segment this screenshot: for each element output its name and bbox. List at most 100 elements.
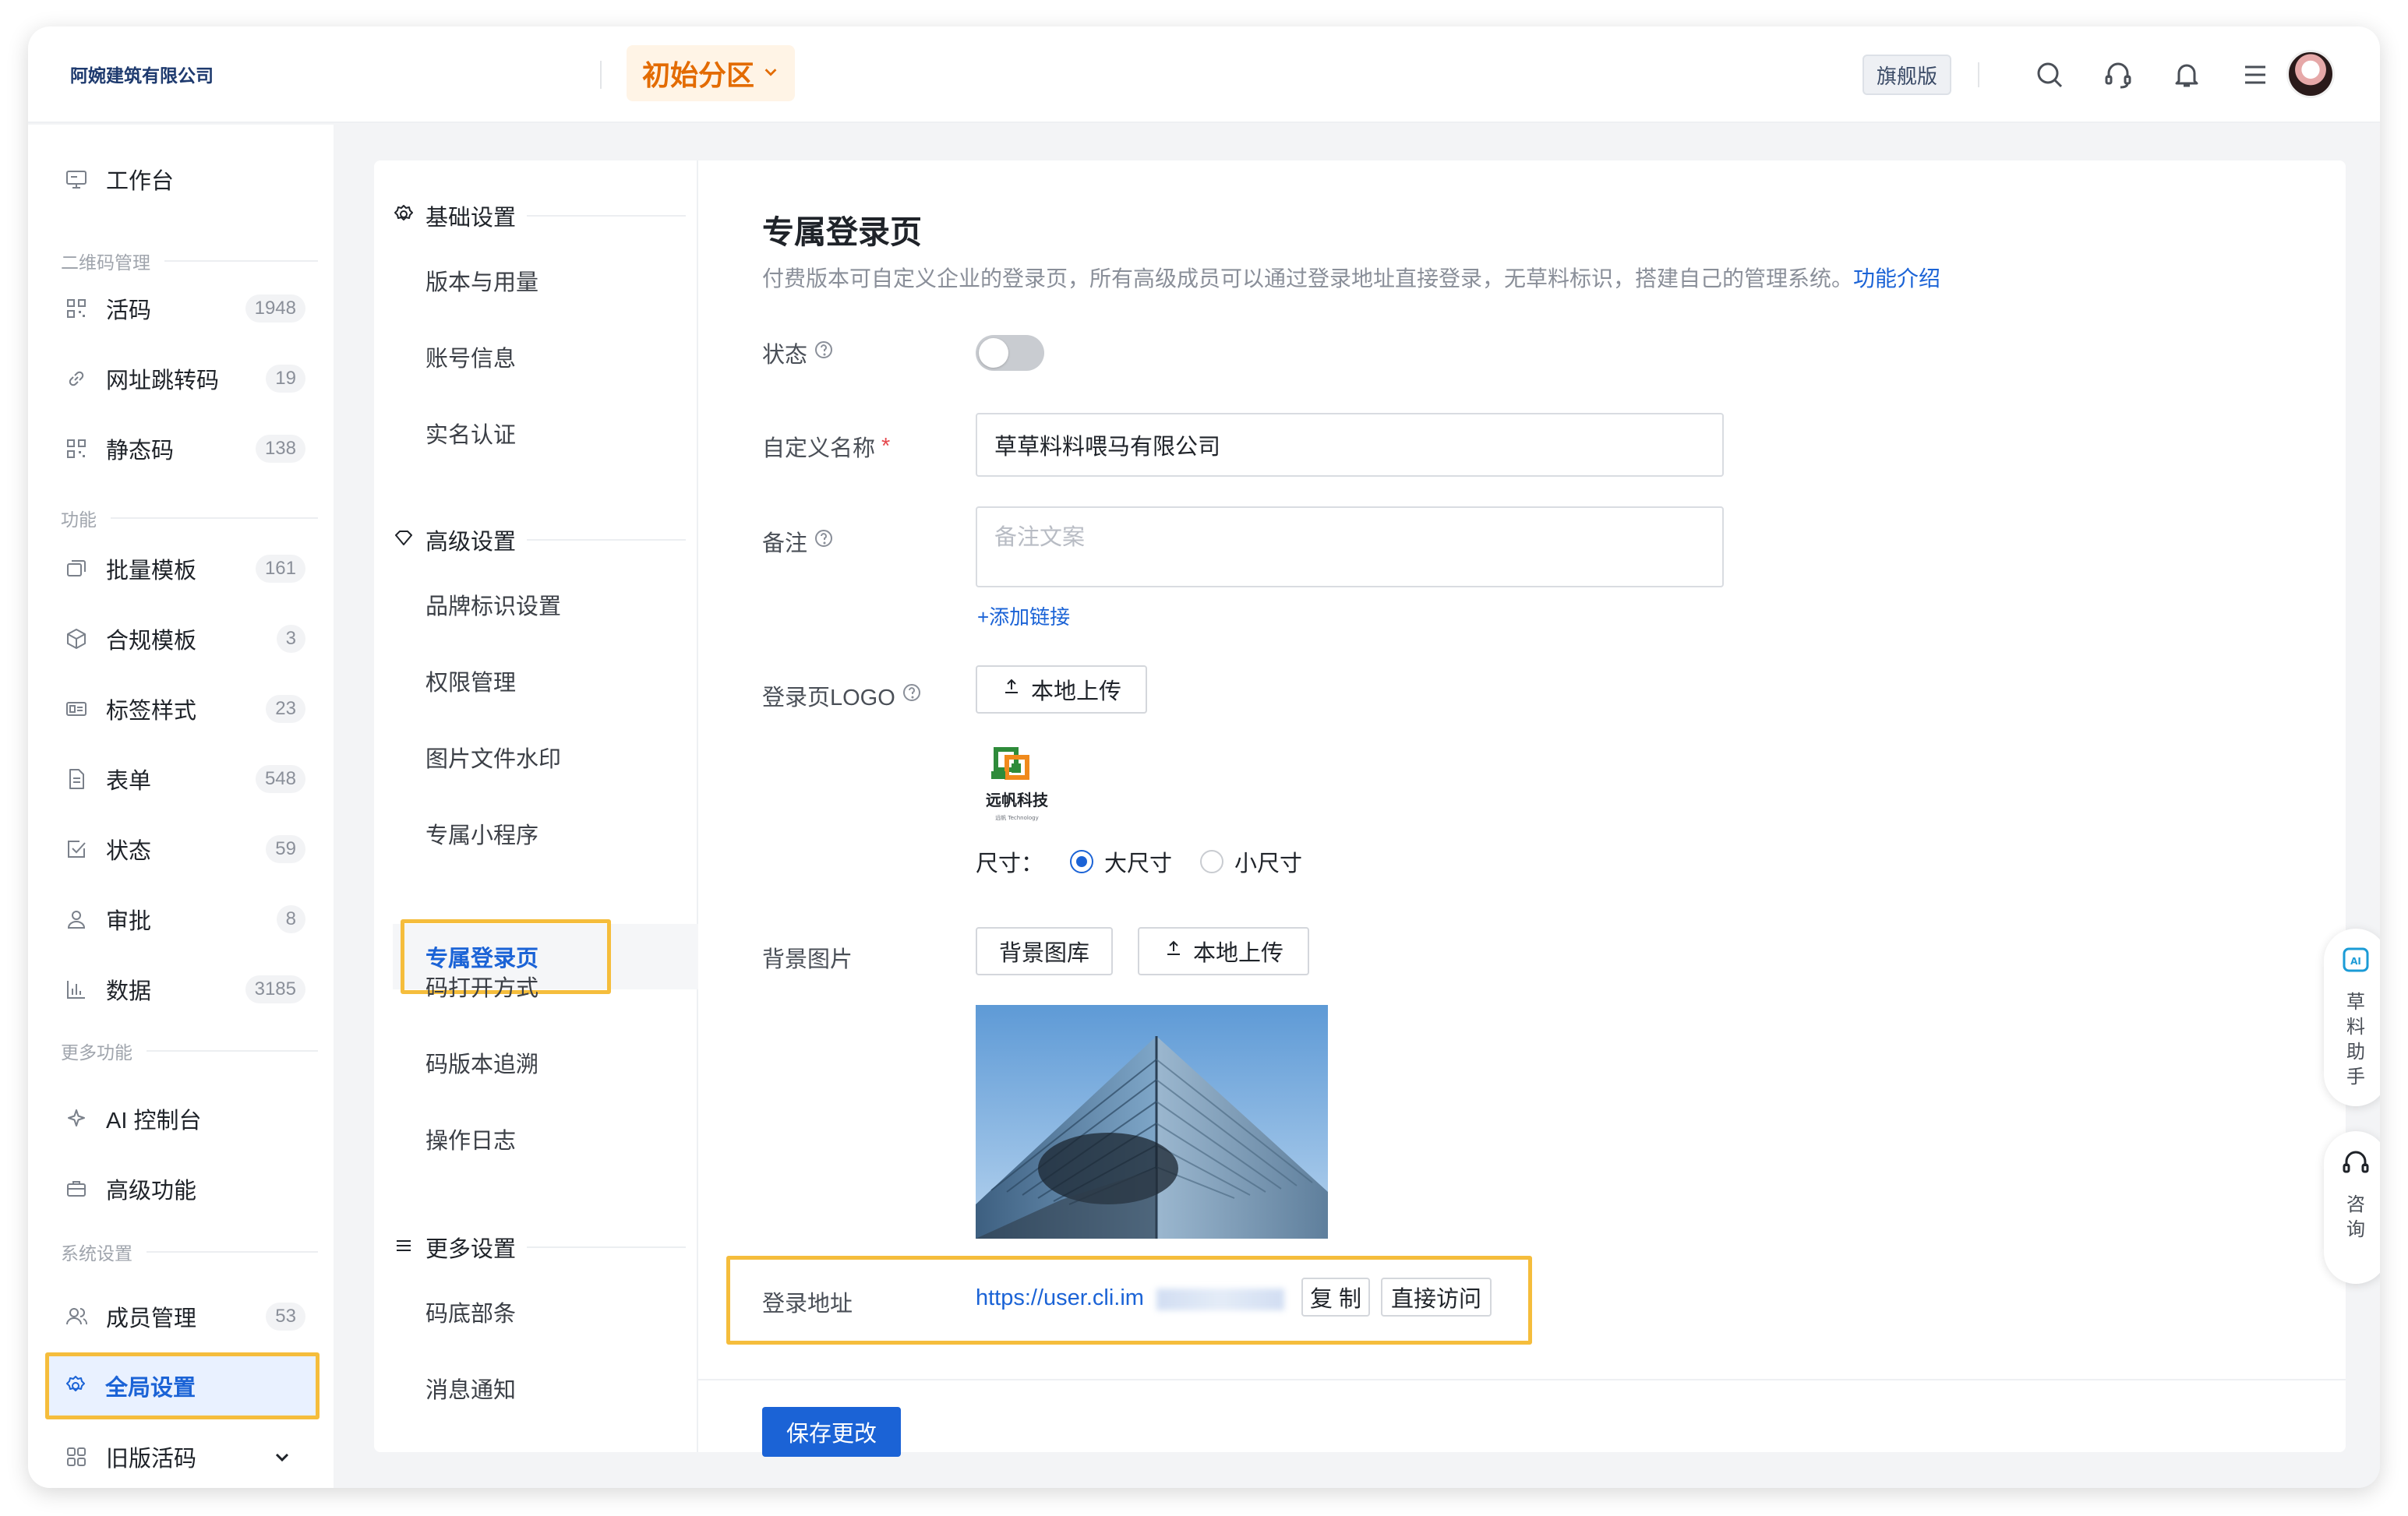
copy-button[interactable]: 复 制 (1301, 1278, 1370, 1317)
copy-icon (61, 557, 92, 580)
chevron-down-icon (273, 1447, 291, 1470)
divider (1978, 62, 1979, 87)
users-icon (61, 1305, 92, 1328)
login-page-settings: 专属登录页 付费版本可自定义企业的登录页，所有高级成员可以通过登录地址直接登录，… (698, 160, 2346, 1457)
logo-upload-button[interactable]: 本地上传 (976, 665, 1147, 714)
save-button[interactable]: 保存更改 (762, 1407, 901, 1457)
sidebar-item-label-style[interactable]: 标签样式 23 (50, 678, 315, 740)
sidebar-item-workspace[interactable]: 工作台 (50, 148, 315, 210)
count-badge: 23 (266, 695, 305, 723)
cube-icon (61, 627, 92, 650)
sidebar-item-live-code[interactable]: 活码 1948 (50, 277, 315, 340)
add-link-button[interactable]: +添加链接 (977, 601, 1070, 630)
feature-intro-link[interactable]: 功能介绍 (1853, 266, 1940, 291)
page-title: 专属登录页 (762, 214, 922, 250)
qrcode-icon (61, 297, 92, 320)
sidebar-item-global-settings[interactable]: 全局设置 (45, 1352, 320, 1419)
sidebar-item-advanced[interactable]: 高级功能 (50, 1158, 315, 1220)
search-icon[interactable] (2029, 55, 2070, 95)
help-icon[interactable] (814, 340, 834, 366)
sidebar-item-status[interactable]: 状态 59 (50, 818, 315, 880)
sidebar-item-url-redirect[interactable]: 网址跳转码 19 (50, 347, 315, 410)
region-label: 初始分区 (642, 59, 755, 91)
subnav-item[interactable]: 码底部条 (393, 1279, 698, 1345)
radio-large[interactable] (1070, 850, 1094, 873)
login-url[interactable]: https://user.cli.im (976, 1285, 1144, 1311)
chevron-down-icon (762, 63, 779, 84)
count-badge: 548 (255, 765, 305, 793)
size-options: 尺寸： 大尺寸 小尺寸 (976, 850, 1303, 876)
subnav-item[interactable]: 码版本追溯 (393, 1030, 698, 1095)
ai-assistant-float[interactable]: AI 草料助手 (2324, 929, 2380, 1106)
note-textarea[interactable]: 备注文案 (976, 506, 1724, 587)
subnav-item[interactable]: 图片文件水印 (393, 725, 698, 790)
count-badge: 19 (266, 365, 305, 393)
version-badge[interactable]: 旗舰版 (1862, 55, 1952, 95)
subnav-item[interactable]: 专属小程序 (393, 801, 698, 866)
visit-button[interactable]: 直接访问 (1381, 1278, 1492, 1317)
app-window: 阿婉建筑有限公司 初始分区 旗舰版 工作台 二维码管理 活码 1948 网址跳转… (28, 26, 2380, 1488)
menu-icon[interactable] (2235, 55, 2276, 95)
section-more: 更多功能 (61, 1039, 318, 1063)
subnav-item[interactable]: 消息通知 (393, 1356, 698, 1421)
svg-text:远帆科技: 远帆科技 (986, 791, 1049, 809)
sidebar-item-members[interactable]: 成员管理 53 (50, 1285, 315, 1348)
settings-card: 基础设置 版本与用量 账号信息 实名认证 高级设置 品牌标识设置 权限管理 图片… (374, 160, 2346, 1457)
divider (600, 61, 602, 89)
svg-text:远帆 Technology: 远帆 Technology (995, 814, 1038, 821)
link-icon (61, 367, 92, 390)
radio-small[interactable] (1200, 850, 1224, 873)
sidebar-item-data[interactable]: 数据 3185 (50, 958, 315, 1021)
logo-label: 登录页LOGO (762, 679, 922, 712)
group-advanced: 高级设置 (393, 520, 686, 559)
sidebar-item-ai-console[interactable]: AI 控制台 (50, 1088, 315, 1150)
upload-icon (1001, 676, 1022, 703)
list-icon (393, 1235, 415, 1260)
avatar[interactable] (2286, 50, 2335, 98)
document-icon (61, 767, 92, 791)
custom-name-input[interactable]: 草草料料喂马有限公司 (976, 413, 1724, 477)
bg-upload-button[interactable]: 本地上传 (1138, 927, 1309, 975)
headset-icon[interactable] (2098, 55, 2138, 95)
monitor-icon (61, 167, 92, 191)
status-toggle[interactable] (976, 335, 1044, 371)
company-logo: 远帆科技 远帆 Technology (976, 746, 1058, 832)
checkbox-icon (61, 837, 92, 861)
redacted-text (1156, 1289, 1284, 1310)
company-name[interactable]: 阿婉建筑有限公司 (70, 61, 214, 87)
subnav-item[interactable]: 操作日志 (393, 1106, 698, 1172)
sidebar-item-form[interactable]: 表单 548 (50, 748, 315, 810)
bg-gallery-button[interactable]: 背景图库 (976, 927, 1113, 975)
subnav-item[interactable]: 权限管理 (393, 648, 698, 714)
qrcode-icon (61, 437, 92, 460)
sidebar-item-compliance-template[interactable]: 合规模板 3 (50, 608, 315, 670)
sidebar-item-static-code[interactable]: 静态码 138 (50, 418, 315, 480)
count-badge: 1948 (245, 294, 305, 323)
divider (698, 1379, 2346, 1380)
consult-float[interactable]: 咨询 (2324, 1131, 2380, 1284)
help-icon[interactable] (902, 682, 922, 709)
gear-icon (393, 203, 415, 229)
gear-icon (60, 1374, 91, 1398)
sidebar-item-approval[interactable]: 审批 8 (50, 888, 315, 950)
group-basic: 基础设置 (393, 196, 686, 235)
top-bar: 阿婉建筑有限公司 初始分区 旗舰版 (28, 26, 2380, 123)
background-label: 背景图片 (762, 947, 853, 972)
sparkle-icon (61, 1107, 92, 1130)
sidebar-item-batch-template[interactable]: 批量模板 161 (50, 538, 315, 600)
user-icon (61, 908, 92, 931)
subnav-item[interactable]: 码打开方式 (393, 954, 698, 1019)
bell-icon[interactable] (2166, 55, 2207, 95)
region-selector[interactable]: 初始分区 (627, 45, 796, 101)
upload-icon (1163, 938, 1184, 964)
svg-text:AI: AI (2350, 956, 2361, 967)
headset-icon (2339, 1147, 2372, 1183)
sidebar-item-legacy-code[interactable]: 旧版活码 (50, 1426, 315, 1488)
help-icon[interactable] (814, 528, 834, 555)
subnav-item[interactable]: 实名认证 (393, 400, 698, 466)
subnav-item[interactable]: 品牌标识设置 (393, 572, 698, 637)
subnav-item[interactable]: 账号信息 (393, 324, 698, 390)
grid-icon (61, 1445, 92, 1468)
count-badge: 3 (276, 625, 305, 653)
subnav-item[interactable]: 版本与用量 (393, 248, 698, 313)
